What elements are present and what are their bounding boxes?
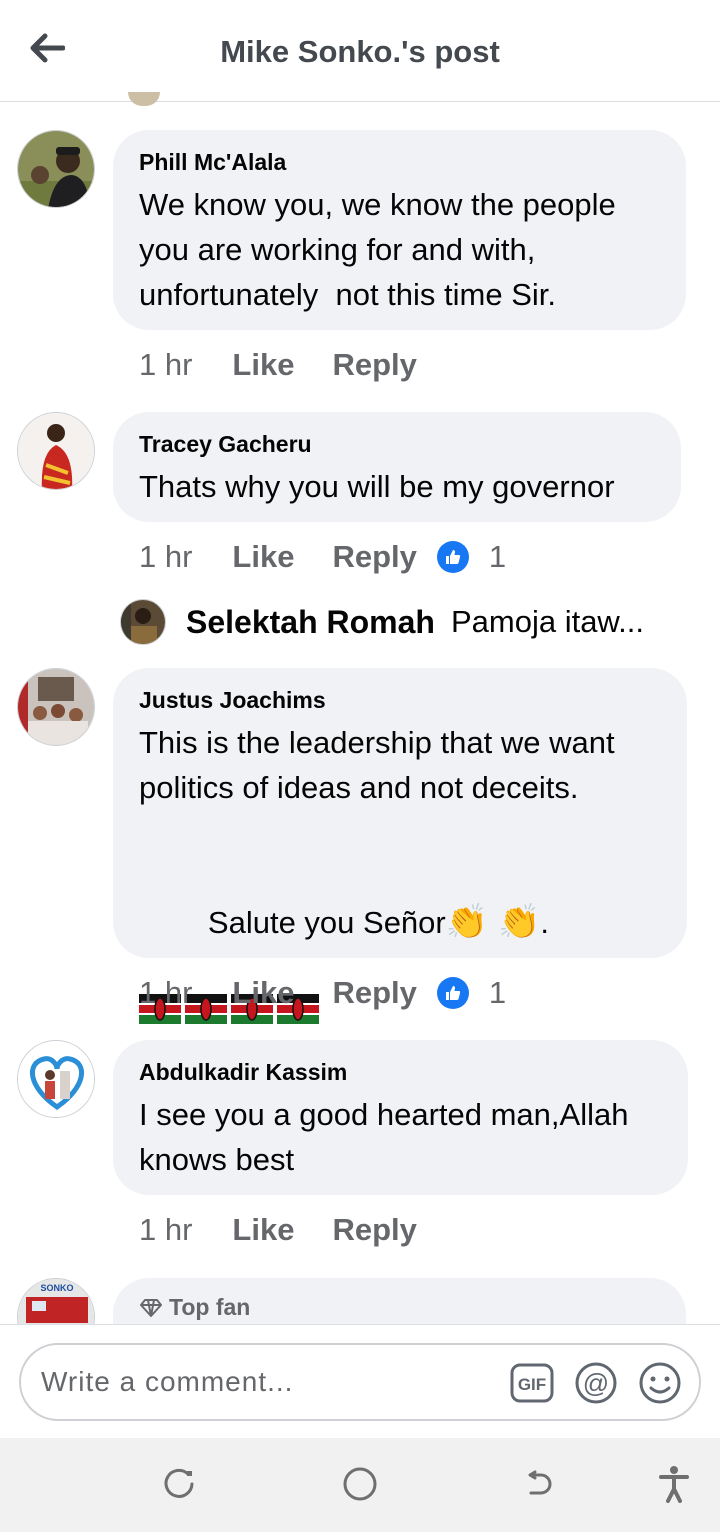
comment-input[interactable] [41,1345,501,1419]
comment-time: 1 hr [139,539,193,574]
reply-button[interactable]: Reply [332,347,416,383]
comment-time: 1 hr [139,975,193,1010]
reaction-count[interactable]: 1 [489,975,506,1011]
comment-text: We know you, we know the people you are … [139,187,625,312]
reply-preview[interactable]: Selektah Romah Pamoja itaw... [120,597,680,647]
comment-text-line: Salute you Señor👏 👏. [139,855,661,990]
comment-bubble[interactable]: Tracey Gacheru Thats why you will be my … [113,412,681,522]
home-button[interactable] [340,1464,380,1504]
like-reaction-icon[interactable] [436,541,469,573]
avatar[interactable] [17,412,95,490]
comment-author[interactable]: Phill Mc'Alala [139,148,660,176]
comment-actions: 1 hr Like Reply 1 [139,537,506,577]
home-circle-icon [343,1467,377,1501]
recent-apps-icon [164,1468,194,1498]
comment-text-salute: Salute you Señor [207,905,446,940]
comment-text: Thats why you will be my governor [139,469,615,504]
accessibility-icon [659,1466,689,1503]
diamond-icon [140,1298,162,1317]
comment-input-container[interactable]: GIF @ [19,1343,701,1421]
avatar-text: SONKO [40,1283,73,1293]
comment-author[interactable]: Abdulkadir Kassim [139,1058,662,1086]
avatar[interactable]: SONKO [17,1278,95,1324]
like-button[interactable]: Like [232,347,294,383]
reply-button[interactable]: Reply [332,1212,416,1248]
smiley-icon [639,1362,681,1404]
page-title: Mike Sonko.'s post [220,34,500,69]
comment-actions: 1 hr Like Reply 1 [139,973,506,1013]
like-button[interactable]: Like [232,539,294,575]
emoji-button[interactable] [638,1361,682,1405]
comment-author[interactable]: Tracey Gacheru [139,430,655,458]
gif-icon: GIF [510,1363,554,1403]
at-mention-icon: @ [575,1362,617,1404]
svg-text:@: @ [583,1368,609,1398]
back-nav-button[interactable] [518,1464,558,1504]
comment-time: 1 hr [139,1212,193,1247]
reply-button[interactable]: Reply [332,975,416,1011]
reply-text: Pamoja itaw... [450,604,644,639]
comment-bubble[interactable]: Phill Mc'Alala We know you, we know the … [113,130,686,330]
top-fan-label: Top fan [169,1294,251,1320]
comment-author[interactable]: Justus Joachims [139,686,661,714]
comment-bubble[interactable]: Abdulkadir Kassim I see you a good heart… [113,1040,688,1195]
comment-bubble[interactable]: Justus Joachims This is the leadership t… [113,668,687,1024]
recent-apps-button[interactable] [160,1464,200,1504]
avatar[interactable] [17,130,95,208]
comment-text: This is the leadership that we want poli… [139,725,624,805]
comment-text: I see you a good hearted man,Allah knows… [139,1097,638,1177]
like-button[interactable]: Like [232,1212,294,1248]
comment-composer: GIF @ [0,1324,720,1438]
system-nav-bar [0,1438,720,1532]
mention-button[interactable]: @ [574,1361,618,1405]
clapping-hands-icon: 👏 [445,903,489,941]
back-nav-icon [528,1470,552,1495]
comment-bubble[interactable]: Top fan [113,1278,686,1324]
accessibility-button[interactable] [654,1464,694,1504]
like-reaction-icon[interactable] [436,977,469,1009]
reply-button[interactable]: Reply [332,539,416,575]
reaction-count[interactable]: 1 [489,539,506,575]
comment-text-period: . [540,905,550,940]
clapping-hands-icon: 👏 [498,903,541,941]
reply-author[interactable]: Selektah Romah [186,604,435,641]
post-header: Mike Sonko.'s post [0,0,720,106]
avatar[interactable] [17,668,95,746]
top-fan-badge: Top fan [139,1294,660,1321]
comments-list: Phill Mc'Alala We know you, we know the … [0,102,720,1324]
comment-actions: 1 hr Like Reply [139,1210,455,1250]
like-button[interactable]: Like [232,975,294,1011]
gif-button[interactable]: GIF [510,1361,554,1405]
comment-time: 1 hr [139,347,193,382]
gif-label: GIF [518,1375,546,1394]
avatar [120,599,166,645]
comment-actions: 1 hr Like Reply [139,345,455,385]
avatar[interactable] [17,1040,95,1118]
